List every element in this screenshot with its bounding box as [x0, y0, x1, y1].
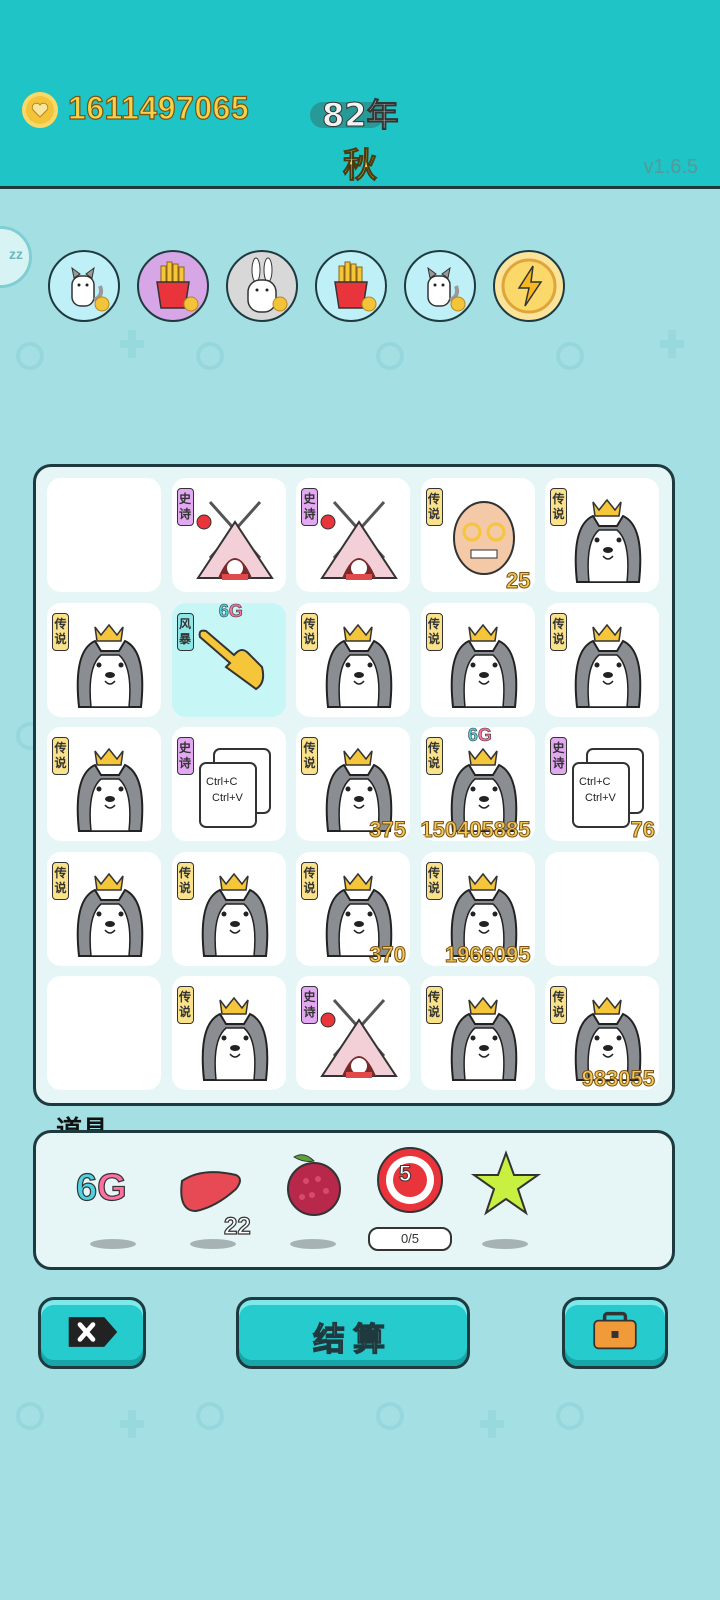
exit-button[interactable] — [38, 1297, 146, 1369]
character-fries-2[interactable] — [315, 250, 387, 322]
item-shadow — [482, 1239, 528, 1249]
target-value: 5 — [398, 1161, 412, 1187]
board-cell[interactable] — [545, 851, 659, 966]
cell-value: 370 — [369, 941, 407, 966]
board-cell[interactable]: 史诗 — [296, 976, 410, 1090]
briefcase-icon — [593, 1311, 637, 1350]
husky-icon — [71, 266, 110, 312]
husky-king-icon — [76, 623, 144, 708]
lightning-icon — [501, 258, 557, 314]
version-label: v1.6.5 — [643, 156, 698, 178]
tent-icon — [320, 999, 398, 1078]
board-cell[interactable]: 史诗 Ctrl+C Ctrl+V — [171, 727, 286, 841]
bag-button[interactable] — [562, 1297, 668, 1369]
top-bar: 1611497065 82年 秋 v1.6.5 — [0, 0, 720, 189]
side-menu-button[interactable]: zz — [0, 226, 32, 288]
husky-king-icon — [76, 747, 144, 832]
item-liver-count: 22 — [223, 1212, 251, 1240]
svg-text:Ctrl+V: Ctrl+V — [585, 792, 617, 804]
character-fries[interactable] — [137, 250, 209, 322]
item-shadow — [190, 1239, 236, 1249]
item-6g-label: G — [97, 1166, 128, 1209]
close-icon — [68, 1317, 118, 1347]
cell-value: 25 — [506, 568, 532, 593]
husky-king-icon — [201, 996, 268, 1081]
character-husky[interactable] — [48, 250, 120, 322]
board-cell[interactable]: 史诗 — [296, 478, 410, 592]
board-cell[interactable]: 传说 — [420, 976, 535, 1090]
board-cell[interactable] — [47, 478, 161, 592]
tent-icon — [195, 501, 274, 580]
settle-button[interactable]: 结算 — [236, 1297, 470, 1369]
board-cell[interactable]: 传说 375 — [296, 727, 410, 841]
svg-text:Ctrl+C: Ctrl+C — [579, 776, 611, 788]
character-husky-2[interactable] — [404, 250, 476, 322]
item-shadow — [290, 1239, 336, 1249]
board-cell[interactable]: 传说 — [47, 602, 161, 717]
board-cell[interactable]: 传说 1966095 — [420, 851, 535, 966]
board-cell[interactable]: 风暴 6G — [171, 602, 286, 717]
board-cell[interactable]: 传说 — [545, 478, 659, 592]
money-counter: 1611497065 — [67, 89, 250, 126]
heart-coin-icon — [22, 92, 58, 128]
husky-king-icon — [201, 872, 268, 957]
lychee-icon — [287, 1154, 341, 1216]
husky-king-icon — [76, 872, 144, 957]
fries-icon — [156, 261, 199, 312]
svg-text:Ctrl+V: Ctrl+V — [212, 792, 244, 804]
board-cell[interactable]: 传说 370 — [296, 851, 410, 966]
husky-king-icon — [574, 498, 642, 583]
character-rabbit[interactable] — [226, 250, 298, 322]
game-board: 史诗 史诗 传说 25 传说 传说 风暴 6G 传说 传说 传说 传说 史诗 Ctrl+C Ctrl+V 传说… — [33, 464, 675, 1106]
board-cell[interactable]: 传说 25 — [420, 478, 535, 593]
ctrl-cv-icon: Ctrl+C Ctrl+V — [198, 748, 271, 828]
cell-value: 76 — [630, 817, 656, 842]
board-cell[interactable]: 史诗 — [171, 478, 286, 592]
board-cell[interactable]: 传说 6G 150405885 — [420, 727, 535, 842]
rabbit-icon — [247, 257, 288, 313]
board-cell[interactable]: 传说 — [171, 851, 286, 966]
cell-value: 983055 — [581, 1066, 655, 1091]
cell-value: 150405885 — [420, 817, 532, 842]
board-cell[interactable]: 传说 — [545, 602, 659, 717]
6g-badge: 6G — [467, 727, 493, 745]
item-liver[interactable]: 22 — [176, 1153, 252, 1249]
settle-button-label: 结算 — [312, 1319, 393, 1358]
items-panel: 6G 22 5 0/5 — [33, 1130, 675, 1270]
6g-icon: 6G — [75, 1166, 128, 1209]
board-cell[interactable]: 史诗 Ctrl+C Ctrl+V 76 — [545, 727, 659, 841]
item-lychee[interactable] — [276, 1153, 352, 1249]
board-cell[interactable]: 传说 — [420, 602, 535, 717]
6g-badge: 6G — [218, 602, 244, 621]
item-target[interactable]: 5 0/5 — [368, 1147, 452, 1251]
board-cell[interactable]: 传说 — [171, 976, 286, 1090]
board-cell[interactable]: 传说 — [47, 727, 161, 841]
board-cell[interactable]: 传说 — [47, 851, 161, 966]
star-icon — [470, 1150, 542, 1216]
item-star[interactable] — [468, 1150, 544, 1249]
cell-value: 375 — [369, 817, 407, 842]
husky-king-icon — [450, 996, 517, 1081]
husky-king-icon — [325, 623, 393, 708]
tent-icon — [320, 501, 398, 580]
husky-icon — [427, 266, 466, 312]
item-6g[interactable]: 6G — [75, 1153, 152, 1249]
husky-king-icon — [574, 623, 642, 708]
target-progress: 0/5 — [368, 1227, 452, 1251]
year-label: 82年 — [322, 96, 400, 135]
board-cell[interactable] — [47, 976, 161, 1090]
character-lightning[interactable] — [493, 250, 565, 322]
item-shadow — [90, 1239, 136, 1249]
board-cell[interactable]: 传说 — [296, 602, 410, 717]
husky-king-icon — [450, 623, 517, 708]
zz-icon: zz — [9, 246, 23, 262]
liver-icon — [180, 1171, 241, 1213]
fries-icon — [334, 261, 377, 312]
board-cell[interactable]: 传说 983055 — [545, 976, 659, 1090]
svg-text:Ctrl+C: Ctrl+C — [206, 776, 238, 788]
season-label: 秋 — [343, 146, 378, 187]
cell-value: 1966095 — [444, 941, 531, 966]
pointer-hand-icon — [198, 629, 264, 690]
